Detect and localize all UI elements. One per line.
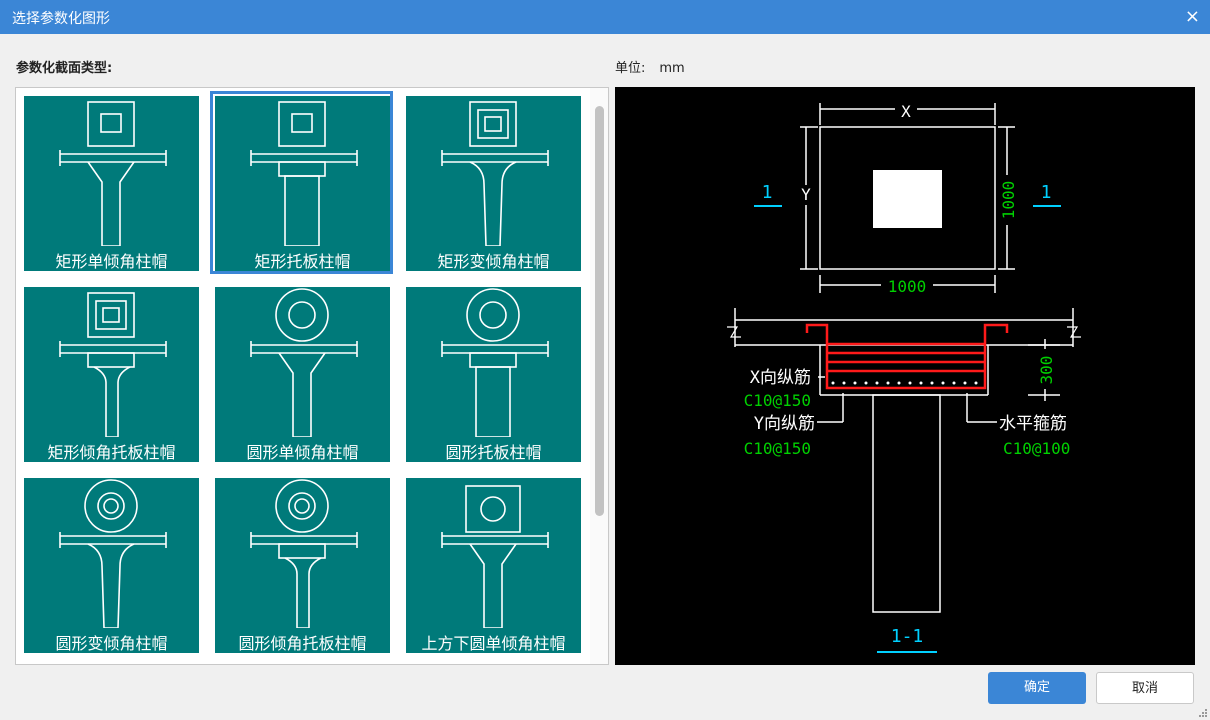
- rebar-dot: [853, 381, 857, 385]
- shape-tile[interactable]: 圆形托板柱帽: [398, 279, 581, 462]
- shape-tile[interactable]: 上方下圆单倾角柱帽: [398, 470, 581, 653]
- unit-value: mm: [659, 61, 685, 76]
- preview-drawing: X Y 1000 1000 1 1 300 X向纵筋 C10@150 Y向纵筋 …: [727, 102, 1081, 653]
- circle-tilt-icon: [250, 288, 358, 437]
- shape-tile[interactable]: 矩形单倾角柱帽: [16, 88, 199, 271]
- rebar-dot: [886, 381, 890, 385]
- shape-tile[interactable]: 圆形变倾角柱帽: [16, 470, 199, 653]
- title-bar: 选择参数化图形 ×: [0, 0, 1210, 34]
- ok-button[interactable]: 确定: [988, 672, 1086, 704]
- dim-x-label: X: [901, 102, 911, 121]
- rebar-dot: [864, 381, 868, 385]
- tile-label: 圆形单倾角柱帽: [246, 443, 359, 462]
- tile-label: 矩形单倾角柱帽: [55, 252, 168, 271]
- rect-plate-icon: [250, 101, 358, 246]
- circle-plate-icon: [441, 288, 549, 437]
- rect-tilt-plate-icon: [59, 292, 167, 437]
- section-marker-left: 1: [762, 182, 773, 203]
- dim-y-label: Y: [801, 185, 811, 204]
- rebar-dot: [842, 381, 846, 385]
- stirrup-spec: C10@100: [1003, 439, 1070, 458]
- rect-vartilt-icon: [441, 101, 549, 246]
- y-rebar-spec: C10@150: [744, 439, 811, 458]
- section-marker-right: 1: [1041, 182, 1052, 203]
- rebar-dot: [963, 381, 967, 385]
- rebar-dot: [952, 381, 956, 385]
- dim-height-label: 1000: [999, 181, 1018, 220]
- section-title: 1-1: [891, 626, 924, 647]
- rebar-dot: [831, 381, 835, 385]
- rebar-dot: [897, 381, 901, 385]
- tile-label: 矩形托板柱帽: [254, 252, 351, 271]
- close-icon[interactable]: ×: [1185, 6, 1200, 27]
- tile-label: 圆形倾角托板柱帽: [238, 634, 367, 653]
- window-title: 选择参数化图形: [12, 11, 110, 27]
- rebar-dot: [941, 381, 945, 385]
- rebar-dot: [919, 381, 923, 385]
- stirrup-label: 水平箍筋: [999, 414, 1067, 434]
- x-rebar-spec: C10@150: [744, 391, 811, 410]
- cancel-button[interactable]: 取消: [1096, 672, 1194, 704]
- tile-label: 矩形变倾角柱帽: [437, 252, 550, 271]
- rebar-dot: [974, 381, 978, 385]
- rebar-dot: [908, 381, 912, 385]
- shape-tile[interactable]: 矩形倾角托板柱帽: [16, 279, 199, 462]
- circle-vartilt-icon: [59, 479, 167, 628]
- shape-list[interactable]: 矩形单倾角柱帽 矩形托板柱帽 矩形变倾角柱帽矩形倾角托板柱帽 圆形单倾角柱帽 圆形托板柱…: [15, 87, 609, 665]
- square-circle-tilt-icon: [441, 485, 549, 628]
- tile-label: 圆形变倾角柱帽: [55, 634, 168, 653]
- shape-tile[interactable]: 圆形倾角托板柱帽: [207, 470, 390, 653]
- shape-tile[interactable]: 矩形变倾角柱帽: [398, 88, 581, 271]
- rebar-dot: [875, 381, 879, 385]
- scrollbar-thumb[interactable]: [595, 106, 604, 516]
- unit-caption: 单位:: [615, 61, 646, 76]
- tile-label: 矩形倾角托板柱帽: [47, 443, 176, 462]
- dim-depth-label: 300: [1037, 356, 1056, 385]
- shape-tile[interactable]: 矩形托板柱帽: [207, 88, 393, 274]
- section-type-label: 参数化截面类型:: [16, 61, 113, 76]
- tile-label: 圆形托板柱帽: [445, 443, 542, 462]
- list-scrollbar[interactable]: [590, 88, 608, 664]
- tile-label: 上方下圆单倾角柱帽: [421, 634, 566, 653]
- dim-width-label: 1000: [888, 277, 927, 296]
- rebar-dots: [831, 381, 978, 385]
- unit-label: 单位: mm: [615, 57, 685, 76]
- rect-tilt-icon: [59, 101, 167, 246]
- resize-grip-icon[interactable]: [1198, 708, 1208, 718]
- circle-tilt-plate-icon: [250, 479, 358, 628]
- rebar-dot: [930, 381, 934, 385]
- shape-tile[interactable]: 圆形单倾角柱帽: [207, 279, 390, 462]
- x-rebar-label: X向纵筋: [750, 368, 811, 388]
- shape-preview: X Y 1000 1000 1 1 300 X向纵筋 C10@150 Y向纵筋 …: [615, 87, 1195, 665]
- y-rebar-label: Y向纵筋: [754, 414, 815, 434]
